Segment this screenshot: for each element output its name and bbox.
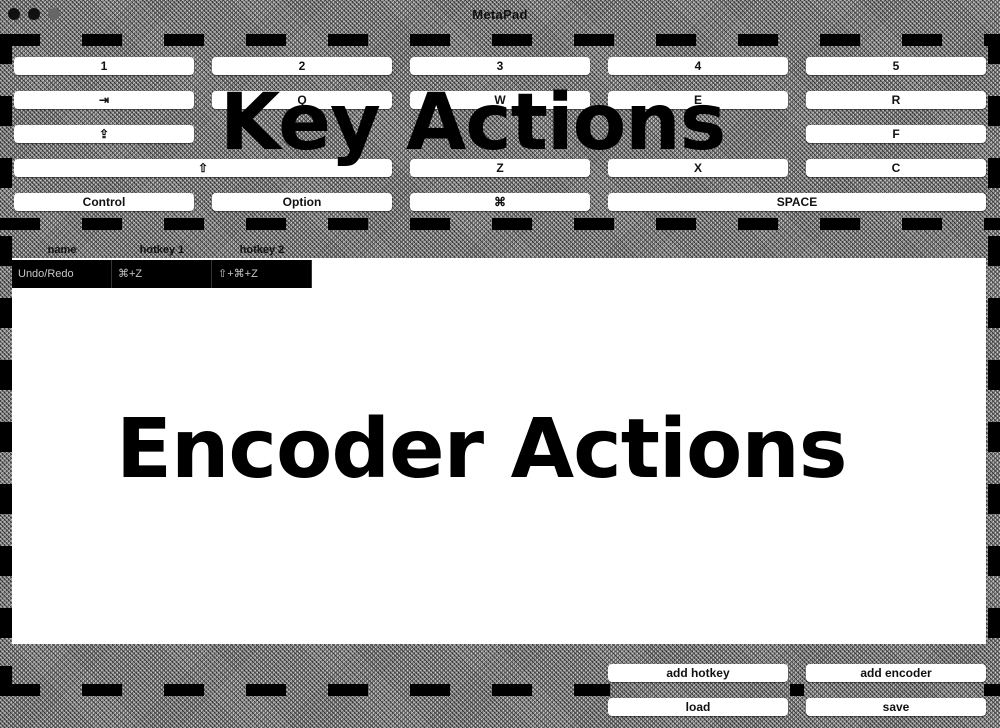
- key-space[interactable]: SPACE: [608, 193, 986, 211]
- key-frame-top: [0, 34, 1000, 46]
- key-3[interactable]: 3: [410, 57, 590, 75]
- load-button[interactable]: load: [608, 698, 788, 716]
- key-frame-right: [988, 34, 1000, 230]
- add-encoder-button[interactable]: add encoder: [806, 664, 986, 682]
- title-bar: MetaPad: [0, 0, 1000, 28]
- cell-hotkey-2: ⇧+⌘+Z: [212, 260, 312, 288]
- column-header-hotkey-1[interactable]: hotkey 1: [112, 242, 212, 258]
- key-5[interactable]: 5: [806, 57, 986, 75]
- save-button[interactable]: save: [806, 698, 986, 716]
- cell-hotkey-1: ⌘+Z: [112, 260, 212, 288]
- key-f[interactable]: F: [806, 125, 986, 143]
- encoder-actions-heading: Encoder Actions: [116, 402, 848, 497]
- encoder-frame-bottom-mid: [790, 684, 804, 696]
- key-control[interactable]: Control: [14, 193, 194, 211]
- window-controls: [8, 8, 60, 20]
- table-row[interactable]: Undo/Redo ⌘+Z ⇧+⌘+Z: [12, 260, 312, 288]
- key-tab[interactable]: ⇥: [14, 91, 194, 109]
- cell-name: Undo/Redo: [12, 260, 112, 288]
- window-title: MetaPad: [472, 6, 528, 22]
- key-actions-heading: Key Actions: [220, 78, 726, 168]
- key-frame-bottom: [0, 218, 1000, 230]
- key-command[interactable]: ⌘: [410, 193, 590, 211]
- key-option[interactable]: Option: [212, 193, 392, 211]
- add-hotkey-button[interactable]: add hotkey: [608, 664, 788, 682]
- key-r[interactable]: R: [806, 91, 986, 109]
- column-header-hotkey-2[interactable]: hotkey 2: [212, 242, 312, 258]
- key-2[interactable]: 2: [212, 57, 392, 75]
- key-1[interactable]: 1: [14, 57, 194, 75]
- close-window-button[interactable]: [8, 8, 20, 20]
- key-frame-left: [0, 34, 12, 230]
- encoder-frame-bottom-right: [984, 684, 1000, 696]
- encoder-frame-left: [0, 236, 12, 666]
- encoder-frame-right: [988, 236, 1000, 666]
- key-caps-lock[interactable]: ⇪: [14, 125, 194, 143]
- encoder-frame-bottom: [0, 684, 610, 696]
- key-4[interactable]: 4: [608, 57, 788, 75]
- minimize-window-button[interactable]: [28, 8, 40, 20]
- column-header-name[interactable]: name: [12, 242, 112, 258]
- key-c[interactable]: C: [806, 159, 986, 177]
- zoom-window-button[interactable]: [48, 8, 60, 20]
- footer-frame-left: [0, 666, 12, 696]
